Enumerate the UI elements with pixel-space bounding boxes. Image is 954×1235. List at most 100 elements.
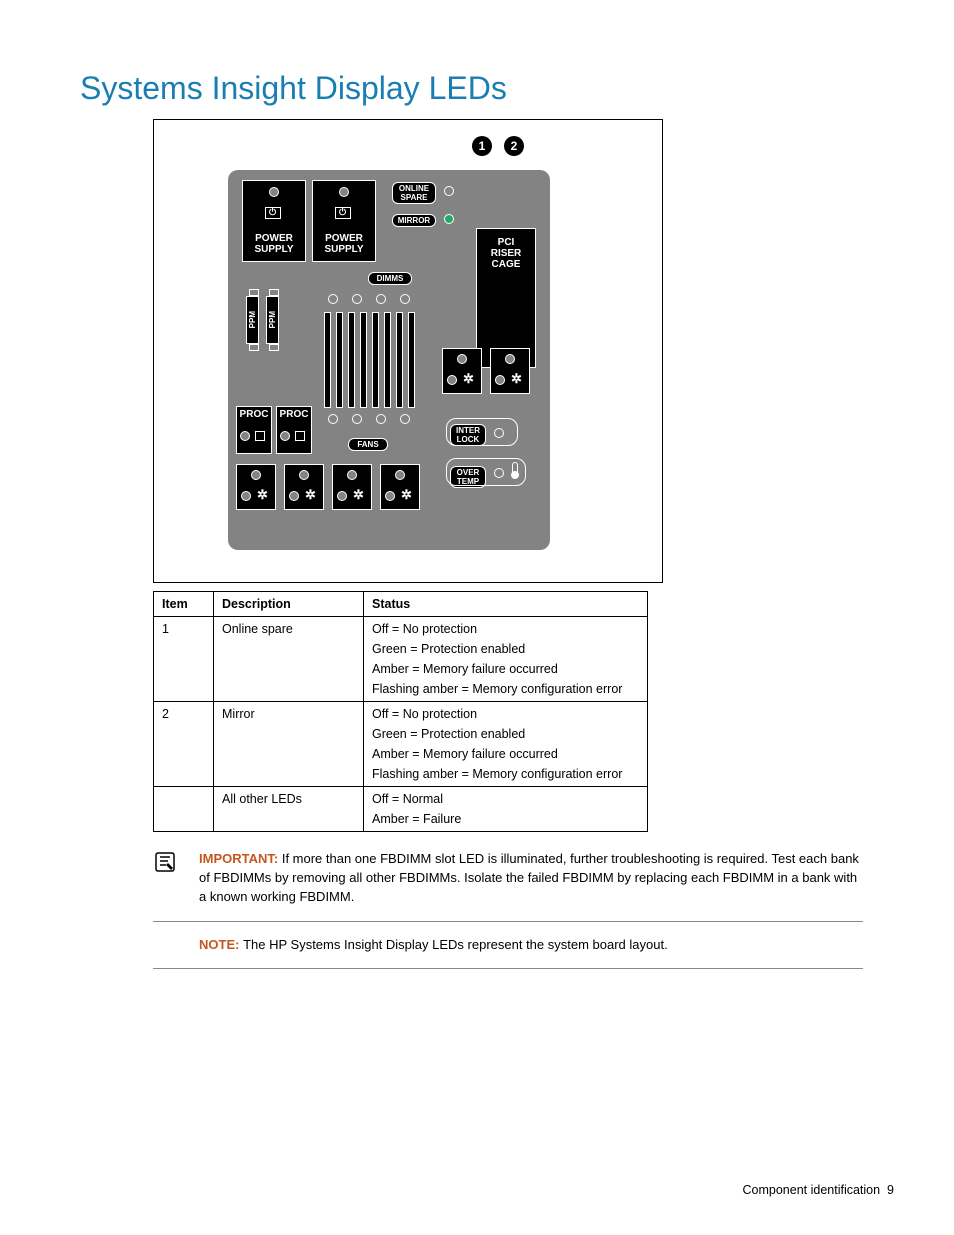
dimm-led: [376, 294, 386, 304]
fan-led: [395, 470, 405, 480]
cell-item: 1: [154, 617, 214, 702]
important-label: IMPORTANT:: [199, 851, 278, 866]
ps2-label: POWERSUPPLY: [313, 233, 375, 255]
online-spare-led: [444, 186, 454, 196]
fan-led: [385, 491, 395, 501]
mirror-led: [444, 214, 454, 224]
cell-desc: Online spare: [214, 617, 364, 702]
fan-icon: [307, 491, 317, 501]
table-header-row: Item Description Status: [154, 592, 648, 617]
ppm-1: PPM: [246, 296, 259, 344]
fan-led: [299, 470, 309, 480]
status-line: Off = Normal: [372, 792, 639, 806]
online-spare-pill: ONLINESPARE: [392, 182, 436, 204]
table-row: All other LEDs Off = Normal Amber = Fail…: [154, 787, 648, 832]
proc1-led: [240, 431, 250, 441]
footer-page: 9: [887, 1183, 894, 1197]
cell-item: [154, 787, 214, 832]
status-line: Off = No protection: [372, 622, 639, 636]
important-text: IMPORTANT: If more than one FBDIMM slot …: [199, 850, 863, 907]
note-label: NOTE:: [199, 937, 239, 952]
fan-6: [490, 348, 530, 394]
fan-led: [337, 491, 347, 501]
cell-status: Off = No protection Green = Protection e…: [364, 702, 648, 787]
fan-led: [505, 354, 515, 364]
dimm-slot: [372, 312, 379, 408]
table-row: 2 Mirror Off = No protection Green = Pro…: [154, 702, 648, 787]
dimm-led: [400, 414, 410, 424]
status-line: Flashing amber = Memory configuration er…: [372, 767, 639, 781]
dimm-slot: [408, 312, 415, 408]
callout-2: 2: [504, 136, 524, 156]
status-line: Amber = Memory failure occurred: [372, 662, 639, 676]
dimms-pill: DIMMS: [368, 272, 412, 285]
ps2-led: [339, 187, 349, 197]
dimm-slot: [396, 312, 403, 408]
ppm-label: PPM: [248, 311, 257, 328]
page-title: Systems Insight Display LEDs: [80, 70, 904, 107]
fan-4: [380, 464, 420, 510]
status-line: Green = Protection enabled: [372, 642, 639, 656]
proc2-led: [280, 431, 290, 441]
note-body: The HP Systems Insight Display LEDs repr…: [243, 937, 668, 952]
dimm-led: [376, 414, 386, 424]
power-icon: [335, 207, 351, 219]
ps1-led: [269, 187, 279, 197]
led-diagram: 1 2 POWERSUPPLY POWERSUPPLY ONLINESPARE …: [153, 119, 663, 583]
footer-section: Component identification: [743, 1183, 881, 1197]
col-description: Description: [214, 592, 364, 617]
pci-label: PCIRISERCAGE: [477, 237, 535, 270]
status-line: Green = Protection enabled: [372, 727, 639, 741]
fan-led: [251, 470, 261, 480]
pci-riser-cage: PCIRISERCAGE: [476, 228, 536, 368]
cell-status: Off = No protection Green = Protection e…: [364, 617, 648, 702]
col-item: Item: [154, 592, 214, 617]
important-body: If more than one FBDIMM slot LED is illu…: [199, 851, 859, 904]
dimm-slot: [324, 312, 331, 408]
proc-label: PROC: [277, 407, 311, 420]
power-supply-2: POWERSUPPLY: [312, 180, 376, 262]
fan-led: [347, 470, 357, 480]
page-footer: Component identification 9: [743, 1183, 895, 1197]
fan-5: [442, 348, 482, 394]
dimm-led: [400, 294, 410, 304]
dimm-slot: [360, 312, 367, 408]
callout-1: 1: [472, 136, 492, 156]
cell-desc: All other LEDs: [214, 787, 364, 832]
fan-icon: [513, 375, 523, 385]
cpu-icon: [255, 431, 265, 441]
fan-led: [241, 491, 251, 501]
cell-desc: Mirror: [214, 702, 364, 787]
overtemp-group: [446, 458, 526, 486]
important-note: IMPORTANT: If more than one FBDIMM slot …: [153, 850, 863, 922]
proc-label: PROC: [237, 407, 271, 420]
dimm-led: [352, 414, 362, 424]
status-line: Amber = Memory failure occurred: [372, 747, 639, 761]
mirror-pill: MIRROR: [392, 214, 436, 227]
fan-3: [332, 464, 372, 510]
note-icon: [153, 850, 181, 907]
status-line: Flashing amber = Memory configuration er…: [372, 682, 639, 696]
panel-board: POWERSUPPLY POWERSUPPLY ONLINESPARE MIRR…: [228, 170, 550, 550]
ppm-label: PPM: [268, 311, 277, 328]
fan-led: [289, 491, 299, 501]
power-supply-1: POWERSUPPLY: [242, 180, 306, 262]
cpu-icon: [295, 431, 305, 441]
fan-2: [284, 464, 324, 510]
dimm-slot: [384, 312, 391, 408]
fan-icon: [355, 491, 365, 501]
proc-2: PROC: [276, 406, 312, 454]
status-line: Amber = Failure: [372, 812, 639, 826]
power-icon: [265, 207, 281, 219]
status-line: Off = No protection: [372, 707, 639, 721]
dimm-led: [328, 414, 338, 424]
dimm-slot: [336, 312, 343, 408]
fans-pill: FANS: [348, 438, 388, 451]
fan-led: [495, 375, 505, 385]
cell-item: 2: [154, 702, 214, 787]
col-status: Status: [364, 592, 648, 617]
fan-icon: [403, 491, 413, 501]
ppm-2: PPM: [266, 296, 279, 344]
dimm-slot: [348, 312, 355, 408]
dimm-led: [328, 294, 338, 304]
